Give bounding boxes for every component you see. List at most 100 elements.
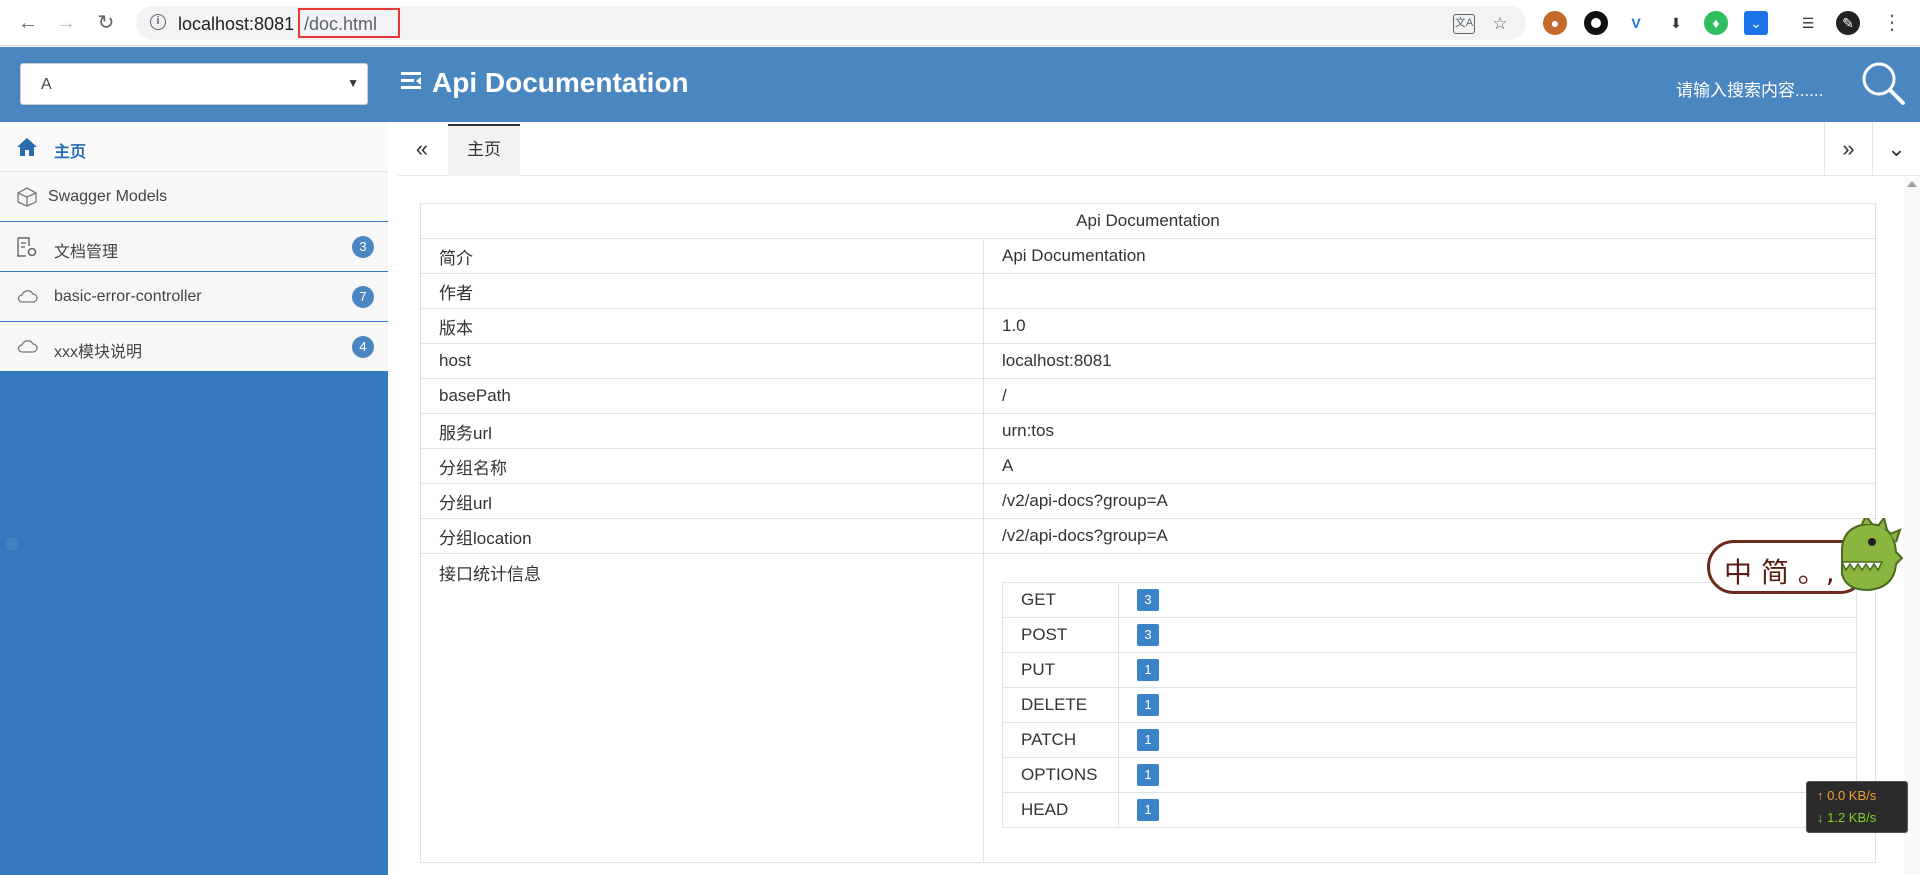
method-count-cell: 1 [1118,652,1857,688]
group-select-value: A [41,76,52,93]
row-value: 1.0 [983,308,1876,344]
row-key: 分组名称 [420,448,984,484]
double-chevron-left-icon[interactable]: « [398,122,446,175]
extension-download-icon[interactable]: ⬇ [1664,11,1688,35]
stats-row: PATCH 1 [1002,722,1857,758]
method-count-cell: 1 [1118,792,1857,828]
ime-text: 中 简 。, [1724,556,1835,589]
row-value [983,273,1876,309]
count-badge: 7 [352,286,374,308]
extension-monkey-icon[interactable]: ● [1543,11,1567,35]
download-speed-value: 1.2 KB/s [1827,810,1877,825]
scroll-up-icon[interactable] [1907,181,1917,187]
count-badge: 1 [1137,694,1159,716]
sidebar-item-swagger-models[interactable]: Swagger Models [0,172,388,222]
http-method: PATCH [1002,722,1119,758]
tab-home[interactable]: 主页 [448,124,520,176]
table-row: basePath / [420,378,1876,414]
row-key: 分组location [420,518,984,554]
row-key: 服务url [420,413,984,449]
search-input[interactable]: 请输入搜索内容...... [1676,76,1823,101]
table-row: 版本 1.0 [420,308,1876,344]
info-icon[interactable]: i [150,14,166,30]
row-key: basePath [420,378,984,414]
download-speed: ↓ 1.2 KB/s [1817,810,1877,825]
stats-row: PUT 1 [1002,652,1857,688]
back-icon[interactable]: ← [16,11,40,35]
row-key: 简介 [420,238,984,274]
upload-speed: ↑ 0.0 KB/s [1817,788,1877,803]
count-badge: 3 [352,236,374,258]
double-chevron-right-icon[interactable]: » [1824,122,1872,175]
extension-evernote-icon[interactable]: ♦ [1704,11,1728,35]
group-select[interactable]: A ▼ [20,63,368,105]
address-bar[interactable]: i localhost:8081 /doc.html 文A ☆ [136,6,1526,40]
sidebar-item-label: 主页 [54,144,87,161]
http-method: PUT [1002,652,1119,688]
star-icon[interactable]: ☆ [1490,14,1510,34]
dinosaur-mascot-icon [1840,518,1904,592]
sidebar-item-label: xxx模块说明 [54,344,143,361]
cloud-api-icon [17,340,38,353]
count-badge: 1 [1137,729,1159,751]
sidebar-item-home[interactable]: 主页 [0,122,388,172]
http-method: OPTIONS [1002,757,1119,793]
extension-list-icon[interactable]: ☰ [1796,11,1820,35]
home-icon [17,138,37,156]
main-content: Api Documentation 简介 Api Documentation 作… [398,177,1904,875]
row-key: 版本 [420,308,984,344]
tab-bar: « 主页 » ⌄ [398,122,1920,176]
forward-icon[interactable]: → [54,11,78,35]
row-key: host [420,343,984,379]
row-value: urn:tos [983,413,1876,449]
table-header: Api Documentation [420,203,1876,239]
http-method: POST [1002,617,1119,653]
sidebar-handle[interactable] [6,538,18,550]
method-count-cell: 1 [1118,757,1857,793]
app-title: Api Documentation [432,67,689,98]
http-method: HEAD [1002,792,1119,828]
extension-pocket-icon[interactable]: ⌄ [1744,11,1768,35]
url-host: localhost:8081 [178,14,295,34]
row-value: Api Documentation [983,238,1876,274]
url-path-highlight: /doc.html [298,8,400,38]
table-row: 简介 Api Documentation [420,238,1876,274]
translate-icon[interactable]: 文A [1453,14,1475,34]
stats-row: POST 3 [1002,617,1857,653]
cube-icon [17,187,37,207]
doc-gear-icon [17,237,37,257]
table-row: 作者 [420,273,1876,309]
count-badge: 3 [1137,624,1159,646]
table-row: host localhost:8081 [420,343,1876,379]
table-row: 分组location /v2/api-docs?group=A [420,518,1876,554]
table-row: 分组名称 A [420,448,1876,484]
sidebar-item-label: basic-error-controller [54,288,202,305]
sidebar-item-doc-management[interactable]: 文档管理 3 [0,222,388,272]
count-badge: 1 [1137,799,1159,821]
count-badge: 3 [1137,589,1159,611]
row-value: A [983,448,1876,484]
app-header: A ▼ Api Documentation 请输入搜索内容...... [0,47,1920,122]
count-badge: 1 [1137,659,1159,681]
http-method: GET [1002,582,1119,618]
extension-ring-icon[interactable] [1584,11,1608,35]
table-row: 接口统计信息 GET 3 POST 3 PUT 1 DELETE 1 PATCH… [420,553,1876,863]
reload-icon[interactable]: ↻ [94,11,118,35]
menu-toggle-icon[interactable] [401,70,423,92]
extension-v-icon[interactable]: V [1624,11,1648,35]
scrollbar[interactable] [1904,177,1920,875]
method-count-cell: 1 [1118,687,1857,723]
sidebar-menu: 主页 Swagger Models 文档管理 3 basic-error-con… [0,122,388,372]
sidebar-item-basic-error-controller[interactable]: basic-error-controller 7 [0,272,388,322]
url-path: /doc.html [304,14,378,34]
search-icon[interactable] [1860,60,1906,106]
row-value: localhost:8081 [983,343,1876,379]
profile-avatar-icon[interactable]: ✎ [1836,11,1860,35]
stats-row: HEAD 1 [1002,792,1857,828]
sidebar-item-xxx-module[interactable]: xxx模块说明 4 [0,322,388,372]
method-count-cell: 1 [1118,722,1857,758]
kebab-menu-icon[interactable]: ⋮ [1880,11,1904,35]
double-chevron-down-icon[interactable]: ⌄ [1872,122,1920,175]
sidebar: 主页 Swagger Models 文档管理 3 basic-error-con… [0,122,388,875]
method-stats-table: GET 3 POST 3 PUT 1 DELETE 1 PATCH 1 OPTI… [1002,582,1857,828]
